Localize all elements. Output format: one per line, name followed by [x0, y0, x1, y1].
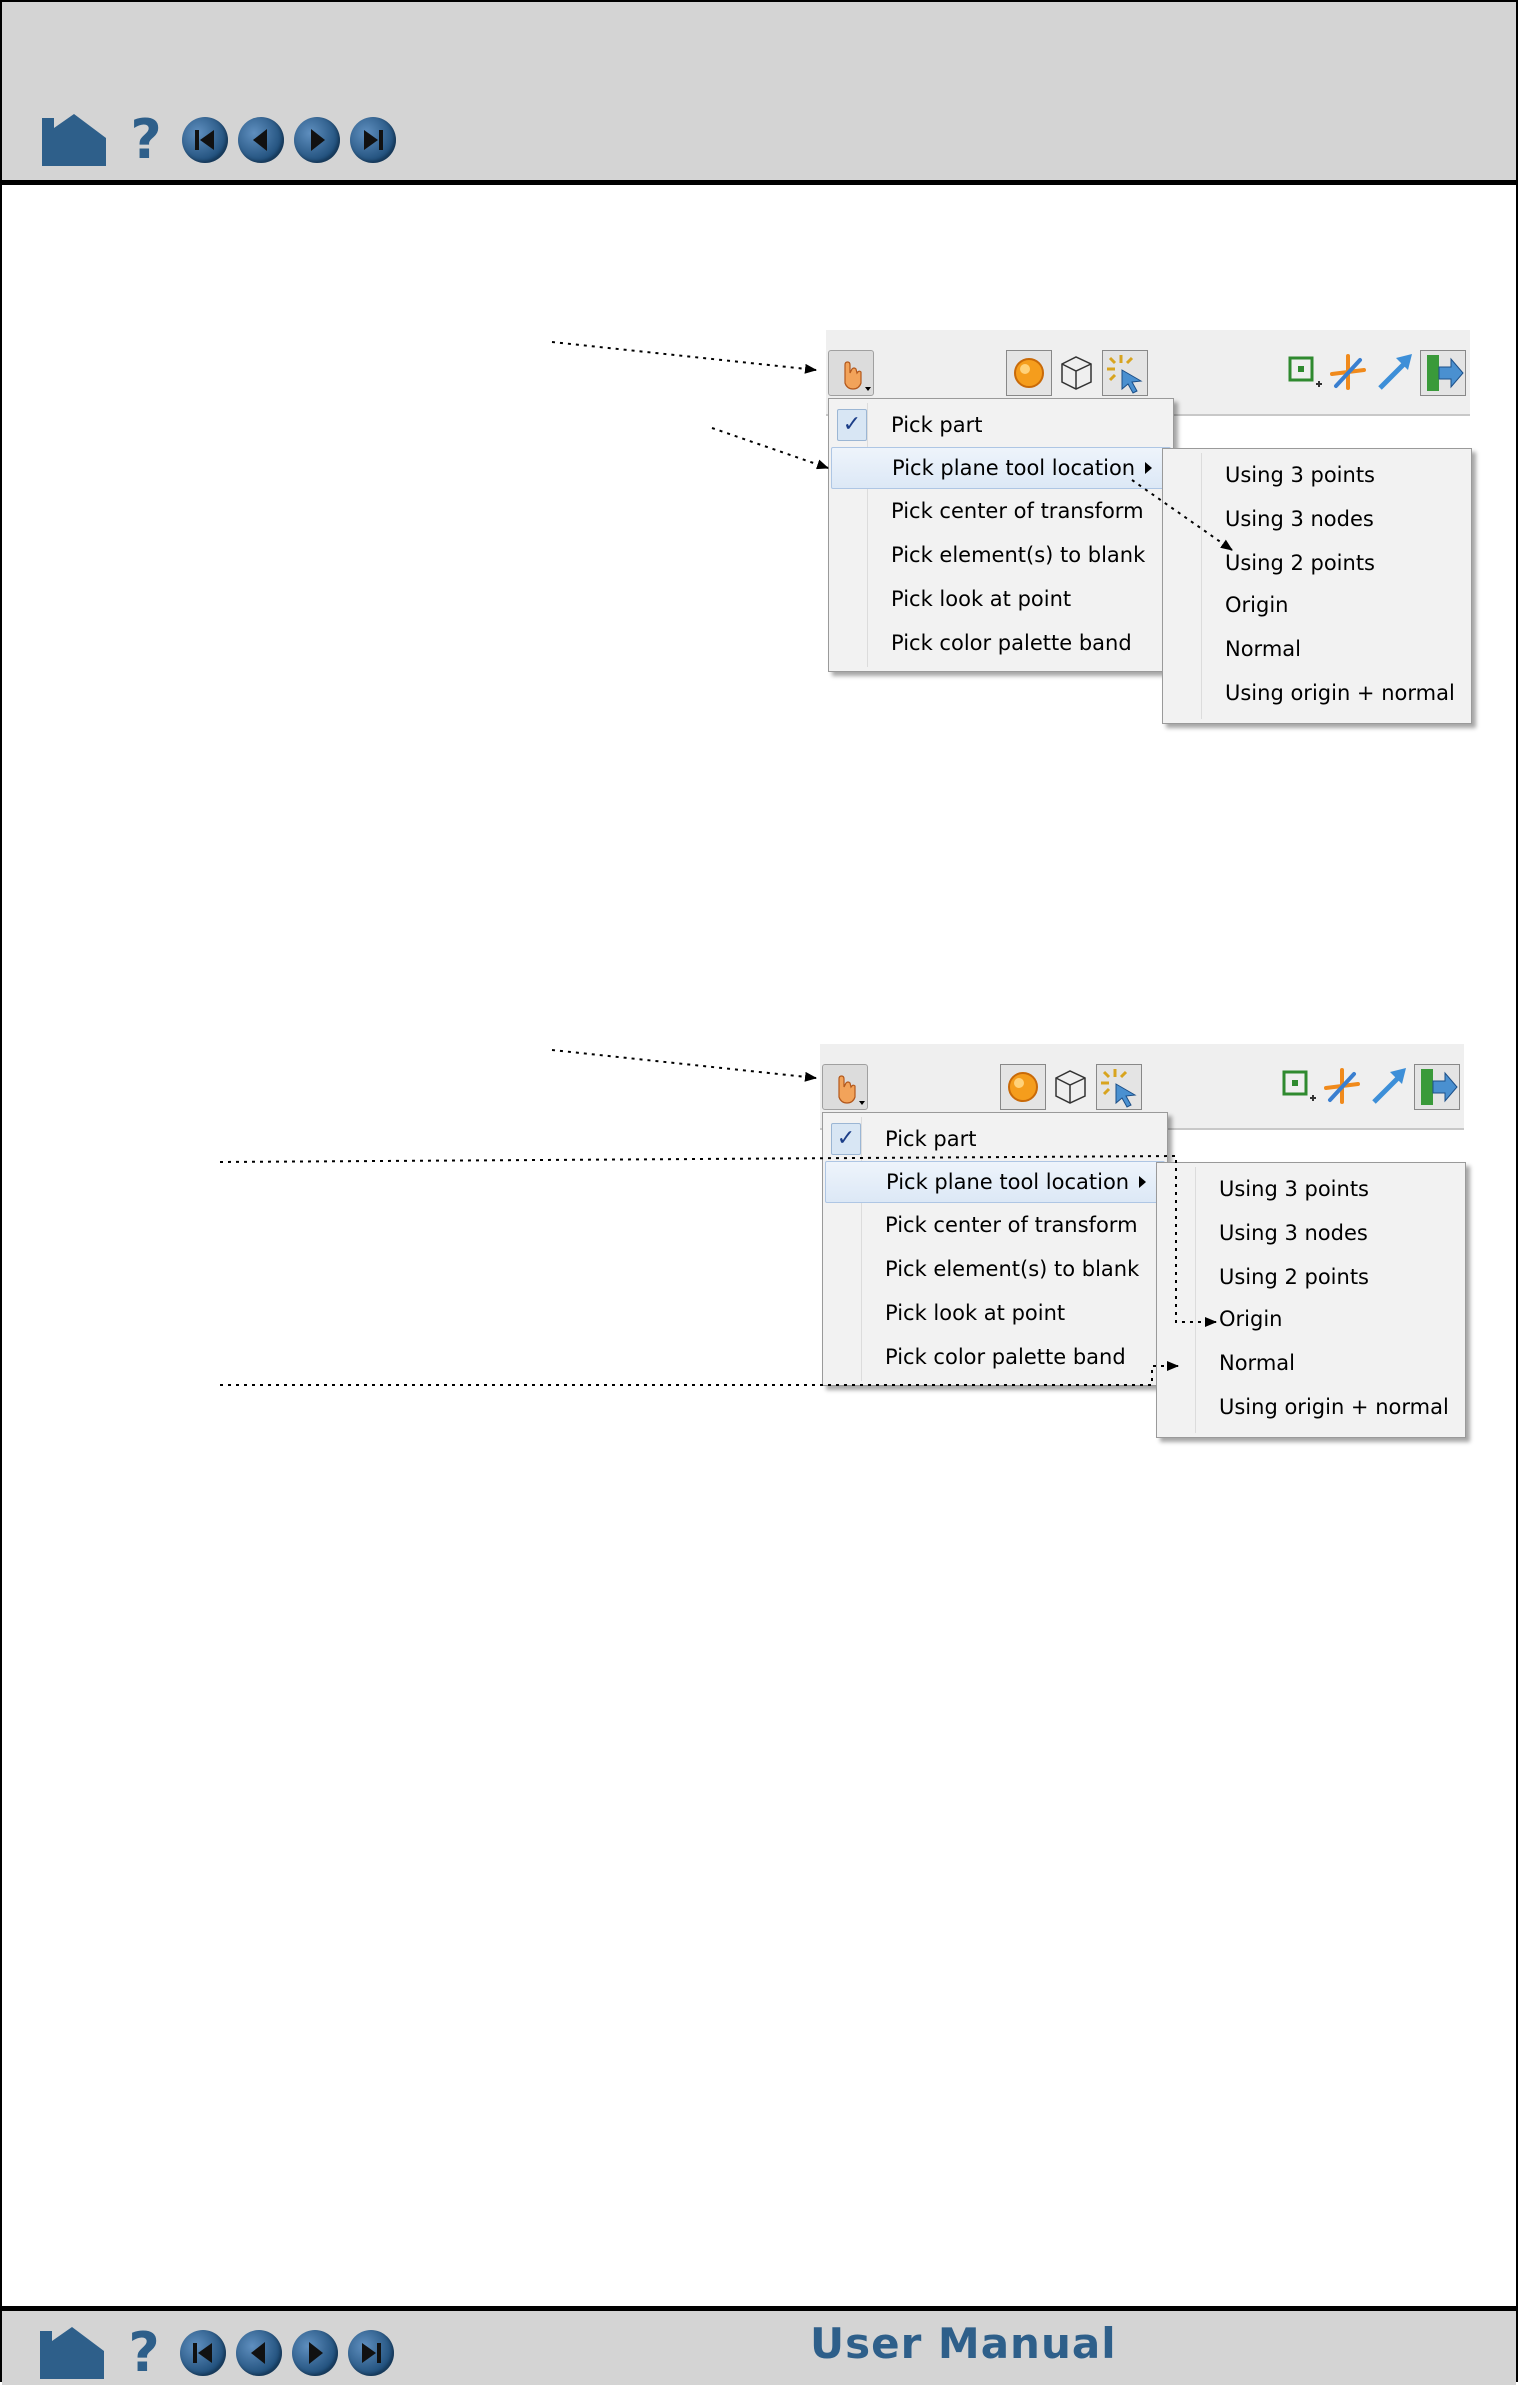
- help-icon[interactable]: ?: [126, 2325, 162, 2381]
- previous-page-icon[interactable]: [236, 2330, 282, 2376]
- leader-normal: [220, 1361, 1179, 1386]
- footer-title: User Manual: [810, 2319, 1117, 2368]
- footer-band: ? User Manual: [2, 2306, 1516, 2385]
- last-page-icon[interactable]: [348, 2330, 394, 2376]
- next-page-icon[interactable]: [292, 2330, 338, 2376]
- leader-pick-icon-1: [551, 341, 817, 374]
- leader-origin: [219, 1154, 1217, 1327]
- bottom-nav: ?: [38, 2325, 404, 2381]
- leader-using-2-points: [1131, 479, 1233, 551]
- home-icon[interactable]: [38, 2325, 106, 2381]
- leader-plane-location-1: [711, 427, 829, 470]
- callout-leaders: [219, 341, 1233, 1386]
- leader-pick-icon-2: [551, 1049, 817, 1082]
- first-page-icon[interactable]: [180, 2330, 226, 2376]
